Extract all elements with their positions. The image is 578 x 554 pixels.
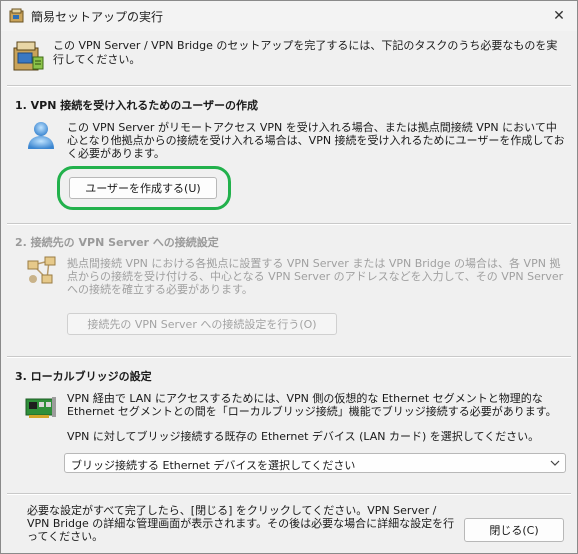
chevron-down-icon <box>550 460 560 466</box>
user-icon <box>28 122 54 149</box>
network-card-icon <box>25 397 56 418</box>
dialog-content: この VPN Server / VPN Bridge のセットアップを完了するに… <box>1 31 577 553</box>
ethernet-device-select-value: ブリッジ接続する Ethernet デバイスを選択してください <box>71 459 356 472</box>
bridge-select-label: VPN に対してブリッジ接続する既存の Ethernet デバイス (LAN カ… <box>67 430 540 443</box>
intro-text: この VPN Server / VPN Bridge のセットアップを完了するに… <box>53 39 558 66</box>
footer-instructions: 必要な設定がすべて完了したら、[閉じる] をクリックしてください。VPN Ser… <box>27 504 455 543</box>
setup-window-icon <box>9 8 24 23</box>
close-icon[interactable]: ✕ <box>541 1 577 31</box>
setup-dialog: 簡易セットアップの実行 ✕ この VPN Server / VPN Bridge… <box>0 0 578 554</box>
connection-setup-button[interactable]: 接続先の VPN Server への接続設定を行う(O) <box>67 313 337 335</box>
server-setup-icon <box>13 41 44 71</box>
close-button[interactable]: 閉じる(C) <box>464 518 564 542</box>
section1-description: この VPN Server がリモートアクセス VPN を受け入れる場合、または… <box>67 121 565 160</box>
divider <box>7 493 571 495</box>
section2-description: 拠点間接続 VPN における各拠点に設置する VPN Server または VP… <box>67 257 564 296</box>
section3-title: 3. ローカルブリッジの設定 <box>15 370 152 383</box>
title-bar: 簡易セットアップの実行 ✕ <box>1 1 577 31</box>
section1-title: 1. VPN 接続を受け入れるためのユーザーの作成 <box>15 99 259 112</box>
network-connection-icon <box>27 256 56 284</box>
divider <box>7 85 571 87</box>
divider <box>7 223 571 225</box>
ethernet-device-select[interactable]: ブリッジ接続する Ethernet デバイスを選択してください <box>64 453 566 473</box>
section2-title: 2. 接続先の VPN Server への接続設定 <box>15 236 219 249</box>
window-title: 簡易セットアップの実行 <box>31 10 164 24</box>
highlight-annotation <box>57 166 231 210</box>
section3-description: VPN 経由で LAN にアクセスするためには、VPN 側の仮想的な Ether… <box>67 392 557 418</box>
divider <box>7 356 571 358</box>
